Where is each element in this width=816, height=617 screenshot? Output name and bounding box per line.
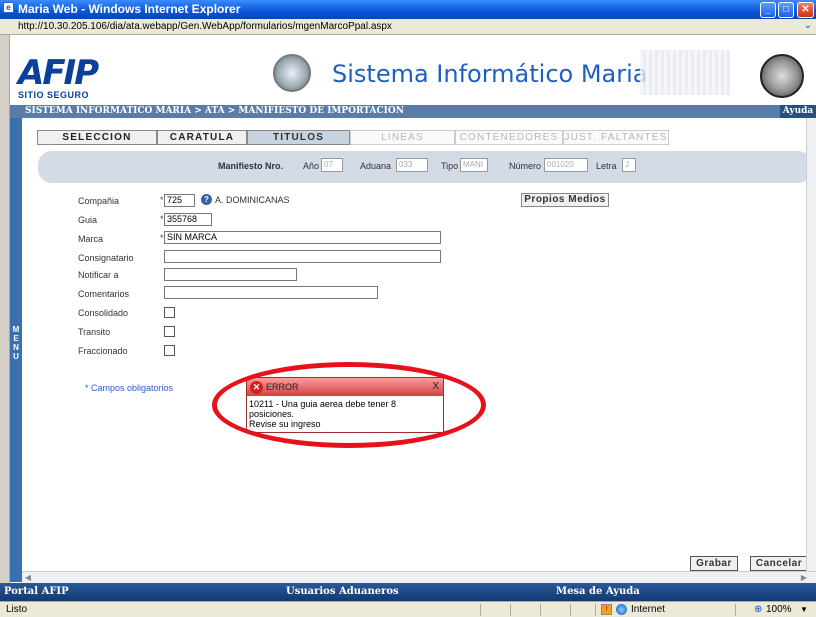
transito-checkbox[interactable] <box>164 326 175 337</box>
compania-input[interactable]: 725 <box>164 194 195 207</box>
grabar-button[interactable]: Grabar <box>690 556 738 571</box>
consignatario-input[interactable] <box>164 250 441 263</box>
letra-label: Letra <box>596 161 617 171</box>
breadcrumb-text: SISTEMA INFORMATICO MARIA > ATA > MANIFI… <box>25 106 404 116</box>
tipo-label: Tipo <box>441 161 459 171</box>
address-url: http://10.30.205.106/dia/ata.webapp/Gen.… <box>18 21 392 32</box>
close-icon[interactable]: ✕ <box>797 2 814 18</box>
propios-medios-button[interactable]: Propios Medios <box>521 193 609 207</box>
required-mark: * <box>160 214 164 224</box>
comentarios-label: Comentarios <box>78 289 130 299</box>
tab-just-faltantes[interactable]: JUST. FALTANTES <box>563 130 669 145</box>
menu-letter: M <box>12 325 20 334</box>
zoom-dropdown-icon[interactable]: ▼ <box>800 602 808 617</box>
marca-input[interactable]: SIN MARCA <box>164 231 441 244</box>
status-divider <box>540 604 541 616</box>
numero-label: Número <box>509 161 542 171</box>
anio-field: 07 <box>321 158 343 172</box>
footer-usuarios-link[interactable]: Usuarios Aduaneros <box>286 583 399 601</box>
consolidado-checkbox[interactable] <box>164 307 175 318</box>
anio-label: Año <box>303 161 320 171</box>
chevron-down-icon[interactable]: ⌄ <box>804 20 812 31</box>
tab-titulos[interactable]: TITULOS <box>247 130 350 145</box>
breadcrumb: SISTEMA INFORMATICO MARIA > ATA > MANIFI… <box>10 105 816 118</box>
marca-label: Marca <box>78 234 104 244</box>
status-divider <box>570 604 571 616</box>
vertical-scrollbar[interactable] <box>806 118 816 578</box>
status-divider <box>735 604 736 616</box>
notificar-label: Notificar a <box>78 270 119 280</box>
window-left-edge <box>0 35 10 595</box>
required-fields-note: * Campos obligatorios <box>85 383 174 393</box>
help-icon[interactable]: ? <box>201 194 212 205</box>
zone-text: Internet <box>631 604 665 615</box>
security-seal-icon <box>760 54 804 98</box>
window-title: Maria Web - Windows Internet Explorer <box>18 2 241 16</box>
page-icon: e <box>3 2 14 13</box>
transito-label: Transito <box>78 327 111 337</box>
maria-emblem-icon <box>273 54 311 92</box>
help-link[interactable]: Ayuda <box>780 105 816 118</box>
fraccionado-label: Fraccionado <box>78 346 128 356</box>
required-mark: * <box>160 233 164 243</box>
tab-lineas[interactable]: LINEAS <box>350 130 455 145</box>
footer-bar: Portal AFIP Usuarios Aduaneros Mesa de A… <box>0 583 816 601</box>
consignatario-label: Consignatario <box>78 253 134 263</box>
globe-icon <box>616 604 627 615</box>
afip-logo: AFIP SITIO SEGURO <box>18 53 148 100</box>
maximize-icon[interactable]: □ <box>778 2 794 18</box>
horizontal-scrollbar[interactable]: ◀ ▶ <box>22 571 816 583</box>
aduana-field: 033 <box>396 158 428 172</box>
window-title-bar[interactable]: Maria Web - Windows Internet Explorer <box>0 0 816 19</box>
footer-mesa-link[interactable]: Mesa de Ayuda <box>556 583 640 601</box>
menu-letter: E <box>13 334 19 343</box>
header-decoration <box>640 50 730 95</box>
tab-seleccion[interactable]: SELECCION <box>37 130 157 145</box>
status-bar: Listo ! Internet ⊕ 100% ▼ <box>0 601 816 617</box>
tab-contenedores[interactable]: CONTENEDORES <box>455 130 563 145</box>
tab-caratula[interactable]: CARATULA <box>157 130 247 145</box>
afip-logo-subtitle: SITIO SEGURO <box>18 90 90 100</box>
menu-letter: U <box>13 352 19 361</box>
footer-portal-link[interactable]: Portal AFIP <box>4 583 69 601</box>
compania-name: A. DOMINICANAS <box>215 195 290 205</box>
status-divider <box>480 604 481 616</box>
compania-label: Compañia <box>78 196 120 206</box>
tipo-field: MANI <box>460 158 488 172</box>
numero-field: 001020 <box>544 158 588 172</box>
system-title: Sistema Informático Maria <box>332 60 648 88</box>
scroll-left-icon[interactable]: ◀ <box>22 572 34 583</box>
consolidado-label: Consolidado <box>78 308 129 318</box>
required-mark: * <box>160 195 164 205</box>
manifest-label: Manifiesto Nro. <box>218 161 284 171</box>
minimize-icon[interactable]: _ <box>760 2 776 18</box>
notificar-input[interactable] <box>164 268 297 281</box>
security-zone-icon: ! <box>601 604 612 615</box>
aduana-label: Aduana <box>360 161 392 171</box>
highlight-circle <box>212 362 486 448</box>
status-divider <box>595 604 596 616</box>
zoom-level[interactable]: 100% <box>766 602 792 617</box>
afip-logo-text: AFIP <box>18 53 99 93</box>
side-menu-toggle[interactable]: M E N U <box>10 118 22 582</box>
status-divider <box>510 604 511 616</box>
cancelar-button[interactable]: Cancelar <box>750 556 808 571</box>
fraccionado-checkbox[interactable] <box>164 345 175 356</box>
zoom-icon: ⊕ <box>754 604 763 615</box>
scroll-right-icon[interactable]: ▶ <box>798 572 810 583</box>
comentarios-input[interactable] <box>164 286 378 299</box>
guia-label: Guia <box>78 215 98 225</box>
address-bar[interactable]: http://10.30.205.106/dia/ata.webapp/Gen.… <box>0 19 816 35</box>
status-text: Listo <box>6 604 28 615</box>
guia-input[interactable]: 355768 <box>164 213 212 226</box>
menu-letter: N <box>13 343 19 352</box>
letra-field: J <box>622 158 636 172</box>
